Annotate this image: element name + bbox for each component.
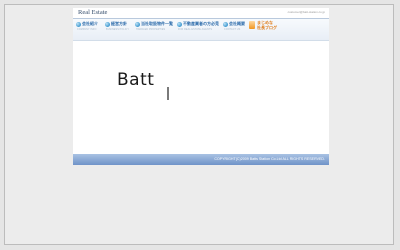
copyright-text: COPYRIGHT(C)2009 Batts Station Co.Ltd AL… xyxy=(214,157,325,161)
nav-item-label: 会社紹介 xyxy=(82,21,98,26)
site-footer: COPYRIGHT(C)2009 Batts Station Co.Ltd AL… xyxy=(73,154,329,165)
nav-item-sublabel: COMPANY INFO xyxy=(77,28,97,31)
site-title[interactable]: Real Estate xyxy=(78,8,107,17)
blog-icon xyxy=(249,21,255,29)
nav-item-label: 経営方針 xyxy=(111,21,127,26)
header-email[interactable]: customer@batt-station.co.jp xyxy=(288,10,325,15)
nav-item-sublabel: FOR REAL ESTATE AGENTS xyxy=(178,28,213,31)
site-header: Real Estate customer@batt-station.co.jp xyxy=(73,8,329,18)
nav-item-label: 当社取扱物件一覧 xyxy=(141,21,173,26)
text-cursor xyxy=(167,87,169,100)
nav-bullet-icon xyxy=(223,22,228,27)
nav-item-sublabel: BUSINESS POLICY xyxy=(106,28,130,31)
nav-item-sublabel: CONTACT US xyxy=(224,28,241,31)
nav-item-sublabel: HANDLED PROPERTIES xyxy=(136,28,166,31)
nav-bullet-icon xyxy=(105,22,110,27)
nav-bullet-icon xyxy=(76,22,81,27)
nav-bullet-icon xyxy=(135,22,140,27)
loading-logo-text: Batt xyxy=(117,70,155,90)
site-container: Real Estate customer@batt-station.co.jp … xyxy=(73,8,329,165)
main-content: Batt xyxy=(73,41,329,154)
main-nav: 会社紹介 COMPANY INFO 経営方針 BUSINESS POLICY 当… xyxy=(73,19,329,41)
blog-label-line2: 社長ブログ xyxy=(257,24,277,30)
nav-item-label: 不動産業者の方必見 xyxy=(183,21,219,26)
nav-bullet-icon xyxy=(177,22,182,27)
nav-item-label: 会社概要 xyxy=(229,21,245,26)
